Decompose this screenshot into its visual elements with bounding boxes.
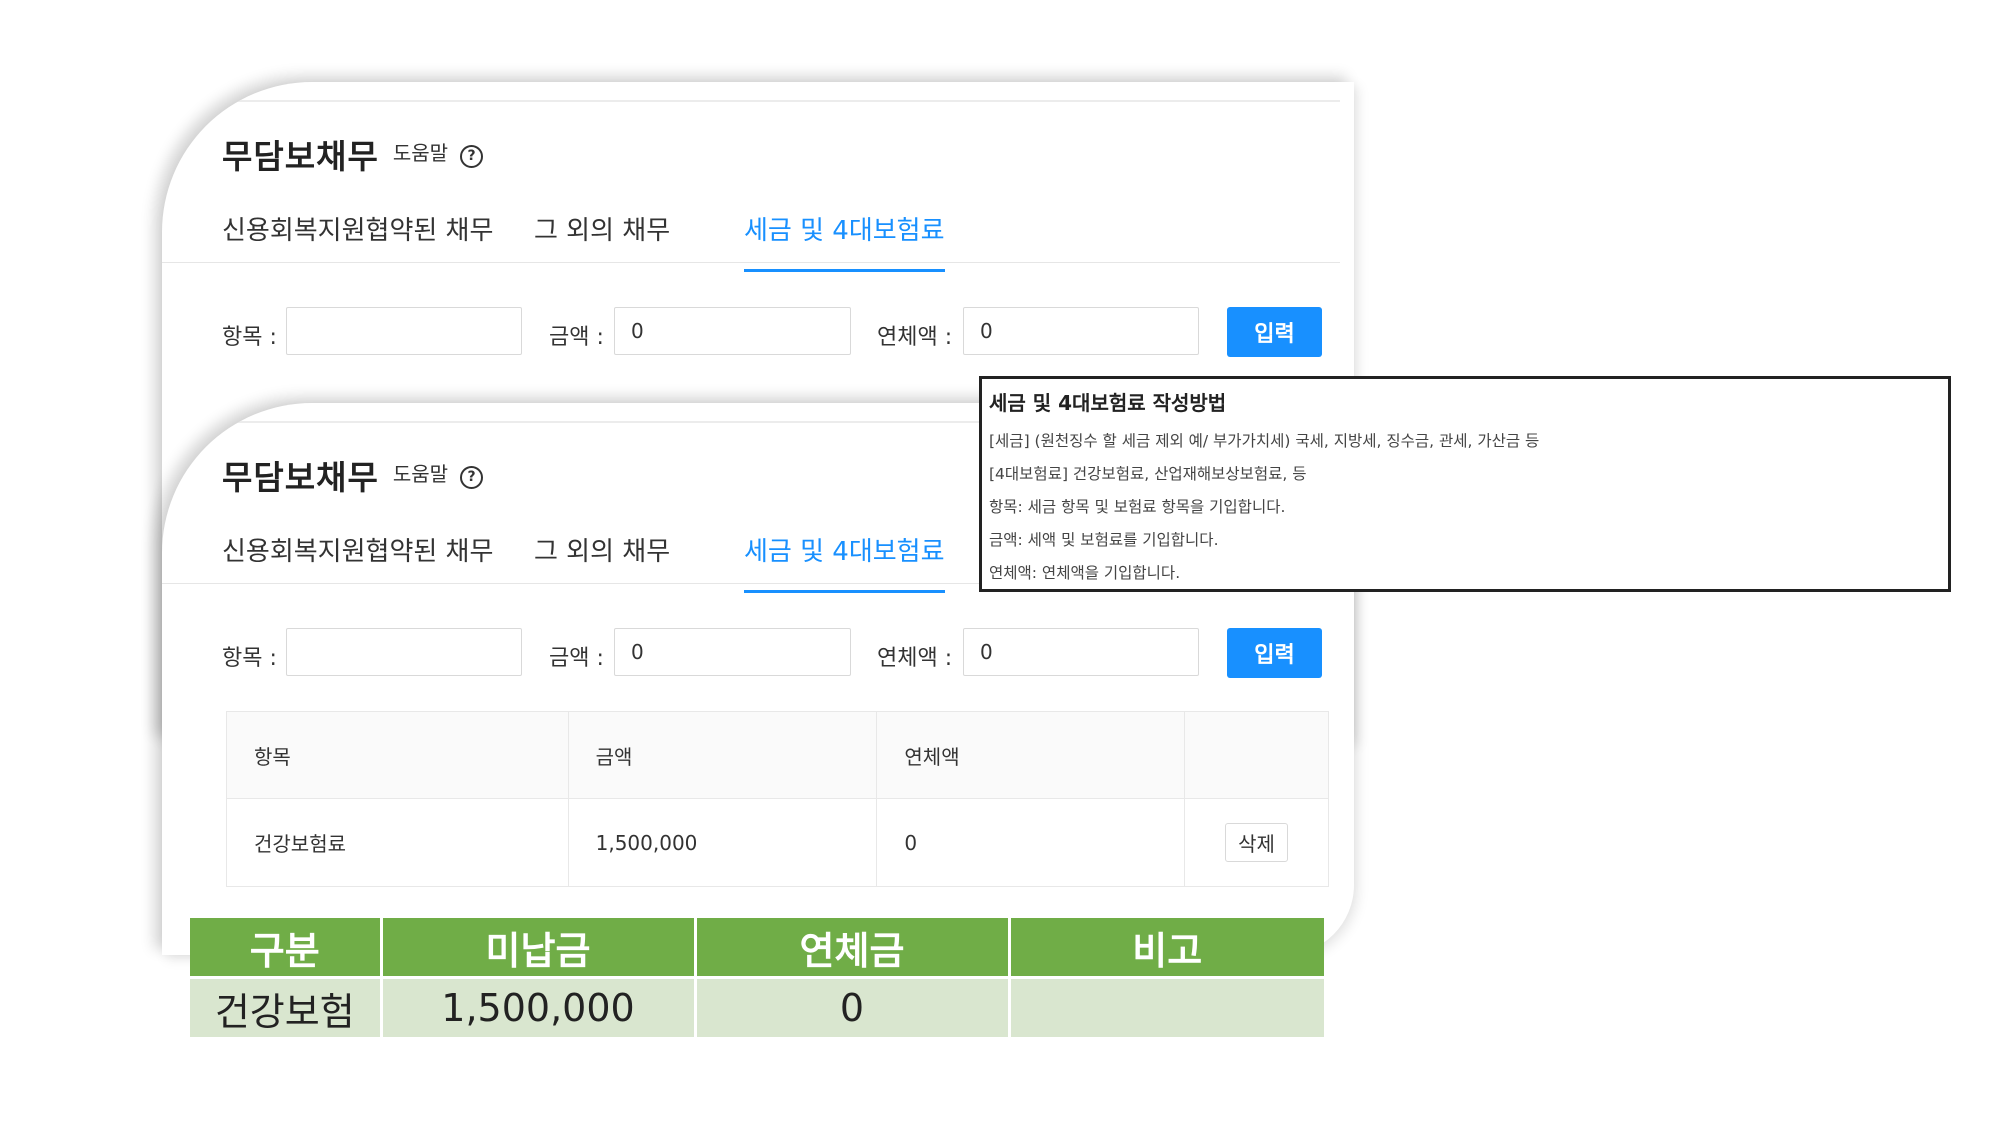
amount-input[interactable] [614, 628, 851, 676]
tooltip-line: [세금] (원천징수 할 세금 제외 예/ 부가가치세) 국세, 지방세, 징수… [989, 432, 1540, 450]
table-header-row: 항목 금액 연체액 [226, 711, 1329, 799]
summary-cell-category: 건강보험 [190, 977, 383, 1037]
page-heading: 무담보채무 도움말 ? [222, 130, 484, 178]
amount-input[interactable] [614, 307, 851, 355]
item-input[interactable] [286, 628, 522, 676]
entry-form: 항목 : 금액 : 연체액 : 입력 [222, 628, 1322, 680]
cell-item: 건강보험료 [226, 798, 569, 887]
summary-header-overdue: 연체금 [695, 918, 1011, 979]
submit-button[interactable]: 입력 [1227, 628, 1322, 678]
help-circle-icon[interactable]: ? [460, 145, 484, 168]
help-tooltip: 세금 및 4대보험료 작성방법 [세금] (원천징수 할 세금 제외 예/ 부가… [979, 376, 1951, 592]
overdue-input[interactable] [963, 307, 1199, 355]
summary-row: 건강보험 1,500,000 0 [190, 977, 1324, 1037]
help-link[interactable]: 도움말 [393, 137, 448, 166]
summary-cell-overdue: 0 [695, 977, 1011, 1037]
tooltip-title: 세금 및 4대보험료 작성방법 [989, 391, 1227, 415]
overdue-input[interactable] [963, 628, 1199, 676]
column-header-action [1184, 711, 1329, 799]
cell-action: 삭제 [1184, 798, 1329, 887]
tab-tax-insurance[interactable]: 세금 및 4대보험료 [744, 210, 945, 272]
overdue-label: 연체액 : [877, 646, 953, 671]
tab-credit-recovery[interactable]: 신용회복지원협약된 채무 [222, 210, 493, 269]
tab-other-debt[interactable]: 그 외의 채무 [534, 210, 670, 269]
summary-header-unpaid: 미납금 [381, 918, 697, 979]
entry-form: 항목 : 금액 : 연체액 : 입력 [222, 307, 1322, 359]
amount-label: 금액 : [549, 325, 604, 350]
cell-overdue: 0 [876, 798, 1186, 887]
cell-amount: 1,500,000 [567, 798, 878, 887]
page-title: 무담보채무 [222, 458, 379, 497]
summary-cell-note [1009, 977, 1324, 1037]
overdue-label: 연체액 : [877, 325, 953, 350]
column-header-overdue: 연체액 [876, 711, 1186, 799]
tab-tax-insurance[interactable]: 세금 및 4대보험료 [744, 531, 945, 593]
divider [222, 100, 1340, 102]
column-header-amount: 금액 [567, 711, 878, 799]
amount-label: 금액 : [549, 646, 604, 671]
summary-header-note: 비고 [1009, 918, 1324, 979]
item-label: 항목 : [222, 325, 277, 350]
summary-table: 구분 미납금 연체금 비고 건강보험 1,500,000 0 [190, 918, 1324, 1037]
page-heading: 무담보채무 도움말 ? [222, 451, 484, 499]
table-row: 건강보험료 1,500,000 0 삭제 [226, 798, 1329, 887]
item-label: 항목 : [222, 646, 277, 671]
tooltip-line: 항목: 세금 항목 및 보험료 항목을 기입합니다. [989, 498, 1286, 516]
item-input[interactable] [286, 307, 522, 355]
page-title: 무담보채무 [222, 137, 379, 176]
summary-header-row: 구분 미납금 연체금 비고 [190, 918, 1324, 979]
debt-table: 항목 금액 연체액 건강보험료 1,500,000 0 삭제 [226, 711, 1329, 887]
help-circle-icon[interactable]: ? [460, 466, 484, 489]
tab-other-debt[interactable]: 그 외의 채무 [534, 531, 670, 590]
submit-button[interactable]: 입력 [1227, 307, 1322, 357]
tooltip-line: 연체액: 연체액을 기입합니다. [989, 564, 1181, 582]
tooltip-line: 금액: 세액 및 보험료를 기입합니다. [989, 531, 1219, 549]
column-header-item: 항목 [226, 711, 569, 799]
tooltip-line: [4대보험료] 건강보험료, 산업재해보상보험료, 등 [989, 465, 1307, 483]
help-link[interactable]: 도움말 [393, 458, 448, 487]
tab-credit-recovery[interactable]: 신용회복지원협약된 채무 [222, 531, 493, 590]
tab-bar: 신용회복지원협약된 채무 그 외의 채무 세금 및 4대보험료 [162, 200, 1340, 272]
summary-header-category: 구분 [190, 918, 383, 979]
summary-cell-unpaid: 1,500,000 [381, 977, 697, 1037]
delete-button[interactable]: 삭제 [1225, 823, 1288, 862]
